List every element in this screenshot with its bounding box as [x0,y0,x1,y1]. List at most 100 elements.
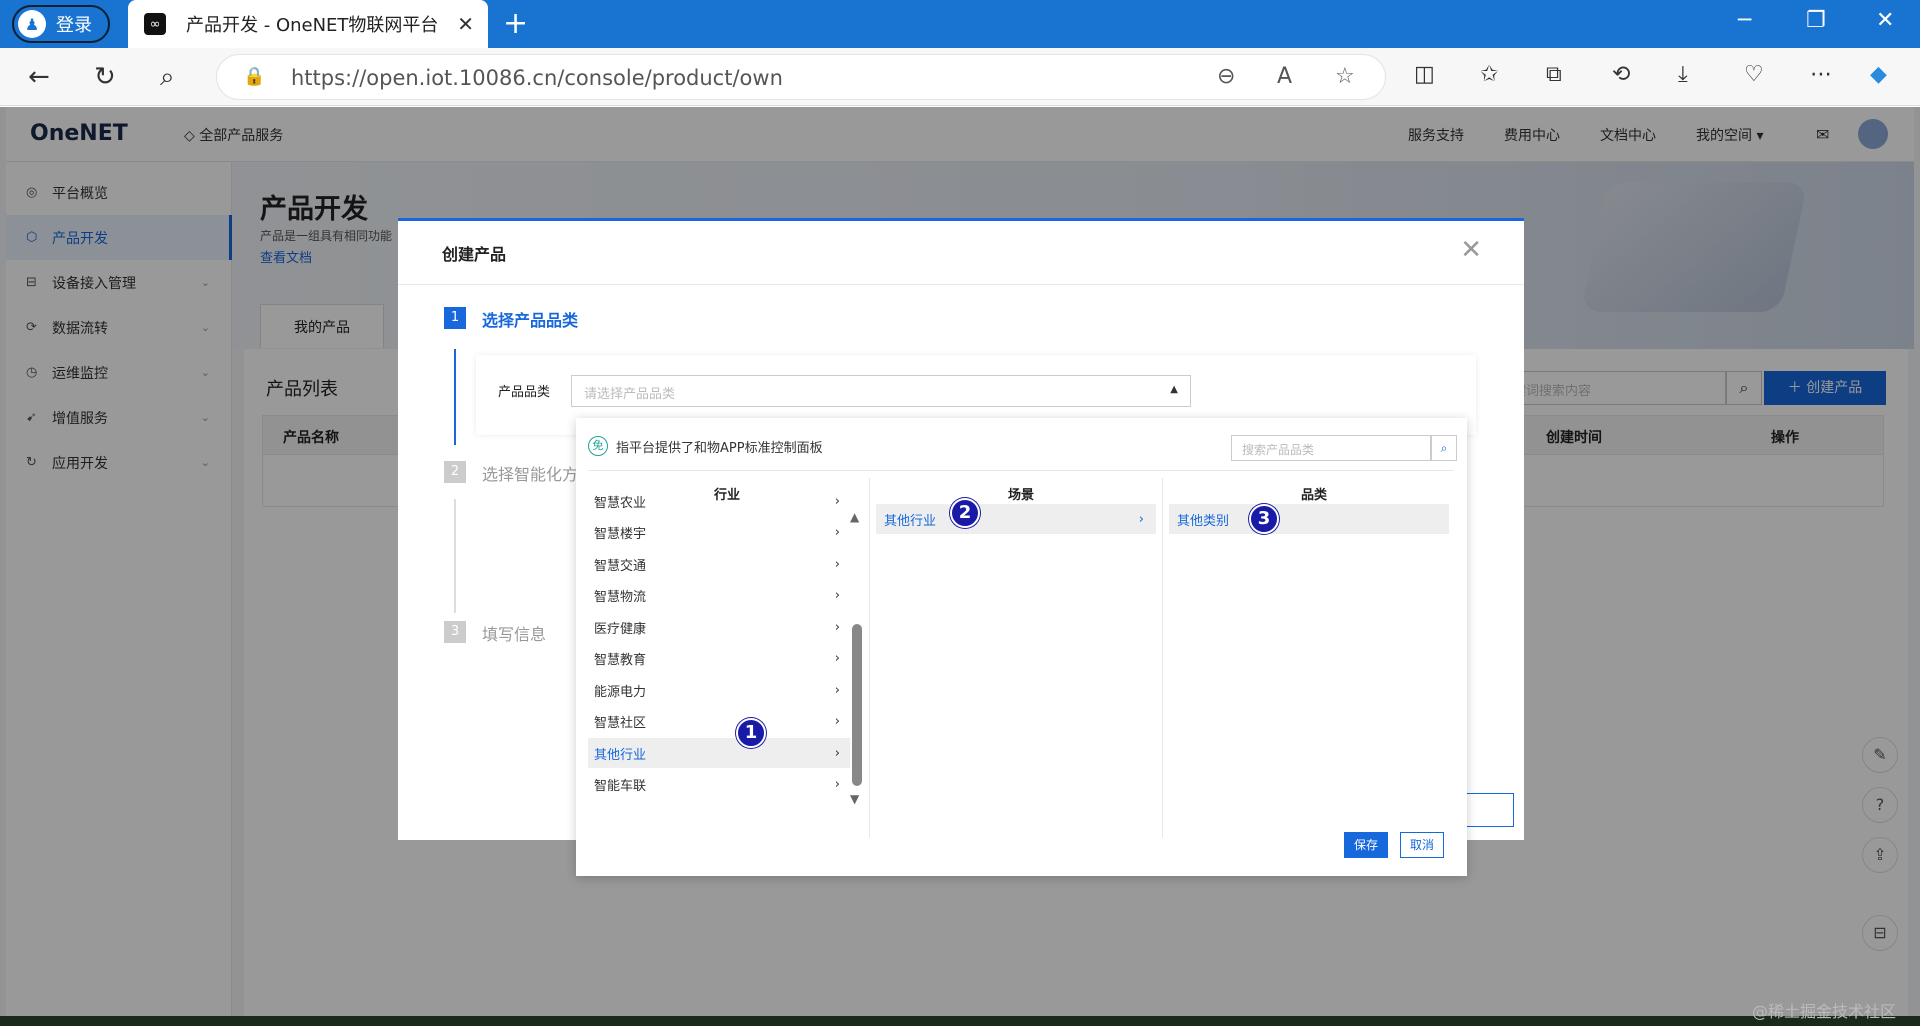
modal-close-icon[interactable]: ✕ [1460,235,1482,265]
industry-item-label: 智慧教育 [594,653,647,668]
scroll-up-icon[interactable]: ▲ [850,510,859,524]
chevron-right-icon: › [834,682,840,698]
industry-item[interactable]: 智慧教育 › [588,644,850,674]
scrollbar-thumb[interactable] [852,624,862,786]
profile-label: 登录 [56,15,92,36]
step-2-number: 2 [444,461,466,483]
annotation-badge-1: 1 [736,718,766,748]
industry-item-label: 智慧社区 [594,716,647,731]
industry-item-label: 智慧物流 [594,590,647,605]
panel-info: 免 指平台提供了和物APP标准控制面板 [588,436,823,456]
copilot-icon[interactable]: ◆ [1870,62,1887,87]
step-1-number: 1 [444,307,466,329]
tab-title: 产品开发 - OneNET物联网平台 [186,15,439,36]
more-icon[interactable]: ⋯ [1810,62,1832,87]
industry-item-label: 其他行业 [594,747,647,763]
chevron-right-icon: › [834,493,840,509]
chevron-right-icon: › [834,619,840,635]
col-category-header: 品类 [1301,488,1328,503]
scene-item-label: 其他行业 [884,513,937,529]
caret-up-icon: ▲ [1170,384,1178,395]
industry-item-label: 能源电力 [594,684,647,700]
category-item-label: 其他类别 [1177,513,1230,529]
new-tab-icon[interactable]: + [503,6,528,41]
cascader-divider [588,470,1454,471]
chevron-right-icon: › [834,651,840,666]
tab-close-icon[interactable]: ✕ [457,12,474,36]
minimize-icon[interactable]: ─ [1738,8,1751,33]
chevron-right-icon: › [834,556,840,572]
category-select[interactable]: 请选择产品品类 ▲ [571,375,1191,407]
industry-item[interactable]: 智慧交通 › [588,549,850,579]
category-search-icon[interactable]: ⌕ [1431,435,1457,461]
refresh-icon[interactable]: ↻ [94,62,116,92]
browser-nav-bar: ← ↻ ⌕ 🔒 https://open.iot.10086.cn/consol… [0,48,1920,106]
profile-avatar-icon: ♟ [18,10,46,38]
chevron-right-icon: › [834,714,840,729]
profile-button[interactable]: ♟ 登录 [12,5,110,43]
watermark: @稀土掘金技术社区 [1752,1002,1897,1021]
industry-item[interactable]: 智能车联 › [588,770,850,800]
back-icon[interactable]: ← [28,62,50,92]
step-3-label: 填写信息 [482,625,547,644]
step-2-label: 选择智能化方 [482,465,579,484]
search-icon[interactable]: ⌕ [160,62,175,93]
taskbar-strip [0,1016,1920,1026]
scroll-down-icon[interactable]: ▼ [850,792,859,806]
industry-item-label: 智慧交通 [594,558,647,574]
chevron-right-icon: › [834,588,840,603]
modal-divider [398,284,1524,285]
column-divider [1162,478,1163,838]
chevron-right-icon: › [834,745,840,761]
lock-icon: 🔒 [243,66,266,87]
modal-title: 创建产品 [442,245,507,264]
restore-icon[interactable]: ❐ [1806,8,1826,33]
address-bar[interactable]: 🔒 https://open.iot.10086.cn/console/prod… [216,54,1386,100]
read-aloud-icon[interactable]: A [1277,64,1292,89]
industry-item[interactable]: 智慧社区 › [588,707,850,737]
chevron-right-icon: › [834,525,840,540]
category-cascader: 免 指平台提供了和物APP标准控制面板 搜索产品品类 ⌕ 行业 场景 品类 智慧… [576,418,1467,876]
scene-item-other[interactable]: 其他行业 › [876,504,1156,534]
col-scene-header: 场景 [1008,488,1035,503]
split-screen-icon[interactable]: ◫ [1414,62,1435,87]
industry-item[interactable]: 智慧农业 › [588,486,850,516]
category-select-placeholder: 请选择产品品类 [584,387,676,402]
industry-item[interactable]: 医疗健康 › [588,612,850,642]
window-close-icon[interactable]: ✕ [1876,8,1894,33]
industry-item[interactable]: 智慧楼宇 › [588,518,850,548]
history-icon[interactable]: ⟲ [1612,62,1630,87]
chevron-right-icon: › [1138,511,1144,527]
step-1-line [454,349,456,445]
industry-item-label: 医疗健康 [594,621,647,637]
favorite-star-icon[interactable]: ☆ [1335,64,1355,89]
browser-tab-bar: ♟ 登录 ∞ 产品开发 - OneNET物联网平台 ✕ + ─ ❐ ✕ [0,0,1920,48]
column-divider [869,478,870,838]
annotation-badge-2: 2 [950,498,980,528]
category-label: 产品品类 [498,385,551,400]
panel-info-text: 指平台提供了和物APP标准控制面板 [616,440,823,456]
industry-item-label: 智能车联 [594,779,647,794]
onenet-favicon-icon: ∞ [144,13,166,35]
step-3-number: 3 [444,621,466,643]
download-icon[interactable]: ⤓ [1678,62,1688,87]
category-item-other[interactable]: 其他类别 [1169,504,1449,534]
free-tag-icon: 免 [588,436,608,456]
annotation-badge-3: 3 [1249,504,1279,534]
industry-item-label: 智慧农业 [594,495,647,511]
industry-item[interactable]: 智慧物流 › [588,581,850,611]
save-button[interactable]: 保存 [1344,832,1388,858]
industry-item[interactable]: 其他行业 › [588,738,850,768]
browser-tab[interactable]: ∞ 产品开发 - OneNET物联网平台 ✕ [128,0,488,48]
industry-item-label: 智慧楼宇 [594,527,647,542]
health-icon[interactable]: ♡ [1744,62,1764,87]
favorites-icon[interactable]: ✩ [1480,62,1498,87]
category-search-input[interactable]: 搜索产品品类 [1231,435,1431,461]
zoom-out-icon[interactable]: ⊖ [1217,64,1235,89]
industry-item[interactable]: 能源电力 › [588,675,850,705]
chevron-right-icon: › [834,777,840,792]
url-text: https://open.iot.10086.cn/console/produc… [291,66,783,90]
step-1-label: 选择产品品类 [482,311,579,330]
cancel-button[interactable]: 取消 [1400,832,1444,858]
collections-icon[interactable]: ⧉ [1546,62,1562,87]
